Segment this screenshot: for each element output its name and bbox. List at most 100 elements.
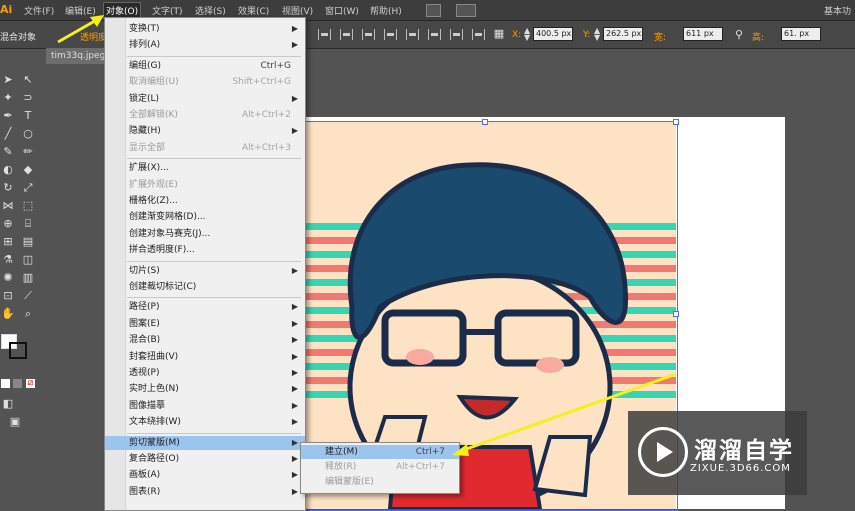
object-menu-item[interactable]: 图案(E) ▶: [105, 317, 305, 331]
perspective-grid-icon[interactable]: ⌸: [21, 217, 35, 230]
distribute-v-icon[interactable]: [472, 29, 485, 40]
paintbrush-icon[interactable]: ✎: [1, 145, 15, 158]
scale-icon[interactable]: ⤢: [21, 181, 35, 194]
object-menu-item[interactable]: 排列(A) ▶: [105, 38, 305, 52]
y-spinner-icon[interactable]: ▲ ▼: [594, 27, 602, 42]
object-menu-item[interactable]: 路径(P) ▶: [105, 300, 305, 314]
workspace-switcher[interactable]: 基本功: [824, 4, 851, 17]
align-right-icon[interactable]: [362, 29, 375, 40]
hand-icon[interactable]: ✋: [1, 307, 15, 320]
object-menu-item[interactable]: 隐藏(H) ▶: [105, 124, 305, 138]
object-menu-item[interactable]: 混合(B) ▶: [105, 333, 305, 347]
align-middle-icon[interactable]: [406, 29, 419, 40]
object-menu-item[interactable]: 封套扭曲(V) ▶: [105, 350, 305, 364]
none-mode-icon[interactable]: ⧄: [26, 379, 35, 388]
gradient-icon[interactable]: ▤: [21, 235, 35, 248]
menu-item-label: 混合(B): [129, 335, 161, 346]
artboard-icon[interactable]: ⊡: [1, 289, 15, 302]
link-proportions-icon[interactable]: ⚲: [732, 28, 746, 41]
distribute-icon[interactable]: [450, 29, 463, 40]
object-menu-item[interactable]: 实时上色(N) ▶: [105, 382, 305, 396]
object-menu-item[interactable]: 透视(P) ▶: [105, 366, 305, 380]
object-menu-item[interactable]: 变换(T) ▶: [105, 22, 305, 36]
draw-mode-icon[interactable]: ◧: [1, 397, 15, 410]
menu-item-label: 画板(A): [129, 470, 161, 481]
object-menu-item[interactable]: 画板(A) ▶: [105, 468, 305, 482]
height-field[interactable]: 61. px: [781, 27, 821, 41]
lasso-icon[interactable]: ⊃: [21, 91, 35, 104]
menu-help[interactable]: 帮助(H): [370, 4, 402, 17]
object-menu-item[interactable]: 复合路径(O) ▶: [105, 452, 305, 466]
free-transform-icon[interactable]: ⬚: [21, 199, 35, 212]
object-menu-item[interactable]: 扩展(X)...: [105, 161, 305, 175]
y-field[interactable]: 262.5 px: [603, 27, 643, 41]
x-spinner-icon[interactable]: ▲ ▼: [524, 27, 532, 42]
mesh-icon[interactable]: ⊞: [1, 235, 15, 248]
zoom-icon[interactable]: ⌕: [21, 307, 35, 320]
clip-submenu-item[interactable]: 释放(R) Alt+Ctrl+7: [301, 460, 459, 474]
screen-mode-icon[interactable]: ▣: [8, 415, 22, 428]
opacity-label[interactable]: 透明度: [80, 30, 107, 43]
object-menu-item[interactable]: 文本绕排(W) ▶: [105, 415, 305, 429]
gradient-mode-icon[interactable]: [13, 379, 22, 388]
handle-middle-right[interactable]: [673, 311, 679, 317]
arrange-documents-icon[interactable]: [456, 4, 476, 17]
pencil-icon[interactable]: ✏: [21, 145, 35, 158]
object-menu-item[interactable]: 拼合透明度(F)...: [105, 243, 305, 257]
object-menu-item[interactable]: 取消编组(U) Shift+Ctrl+G: [105, 75, 305, 89]
align-center-icon[interactable]: [340, 29, 353, 40]
document-tab[interactable]: tim33q.jpeg@: [46, 48, 113, 64]
x-field[interactable]: 400.5 px: [533, 27, 573, 41]
eraser-icon[interactable]: ◆: [21, 163, 35, 176]
handle-top-right[interactable]: [673, 119, 679, 125]
object-menu-item[interactable]: 显示全部 Alt+Ctrl+3: [105, 141, 305, 155]
menu-view[interactable]: 视图(V): [282, 4, 313, 17]
blend-icon[interactable]: ◫: [21, 253, 35, 266]
menu-type[interactable]: 文字(T): [152, 4, 183, 17]
object-menu-item[interactable]: 创建裁切标记(C): [105, 280, 305, 294]
reference-point-icon[interactable]: ▦: [492, 27, 506, 40]
clip-submenu-item[interactable]: 建立(M) Ctrl+7: [301, 445, 459, 459]
symbol-sprayer-icon[interactable]: ✺: [1, 271, 15, 284]
direct-selection-icon[interactable]: ↖: [21, 73, 35, 86]
object-menu-item[interactable]: 栅格化(Z)...: [105, 194, 305, 208]
object-menu-item[interactable]: 锁定(L) ▶: [105, 92, 305, 106]
graph-icon[interactable]: ▥: [21, 271, 35, 284]
menu-select[interactable]: 选择(S): [195, 4, 226, 17]
type-icon[interactable]: T: [21, 109, 35, 122]
selection-tool-icon[interactable]: ➤: [1, 73, 15, 86]
eyedropper-icon[interactable]: ⚗: [1, 253, 15, 266]
blob-brush-icon[interactable]: ◐: [1, 163, 15, 176]
object-menu-item[interactable]: 编组(G) Ctrl+G: [105, 59, 305, 73]
object-menu-item[interactable]: 创建对象马赛克(J)...: [105, 227, 305, 241]
line-icon[interactable]: ╱: [1, 127, 15, 140]
submenu-arrow-icon: ▶: [291, 454, 298, 463]
menu-effect[interactable]: 效果(C): [238, 4, 269, 17]
object-menu-item[interactable]: 扩展外观(E): [105, 178, 305, 192]
menu-file[interactable]: 文件(F): [24, 4, 54, 17]
clip-submenu-item[interactable]: 编辑蒙版(E): [301, 475, 459, 489]
width-tool-icon[interactable]: ⋈: [1, 199, 15, 212]
menu-edit[interactable]: 编辑(E): [65, 4, 96, 17]
align-top-icon[interactable]: [384, 29, 397, 40]
rotate-icon[interactable]: ↻: [1, 181, 15, 194]
object-menu-item[interactable]: 剪切蒙版(M) ▶: [105, 435, 305, 450]
object-menu-item[interactable]: 图像描摹 ▶: [105, 399, 305, 413]
object-menu-item[interactable]: 切片(S) ▶: [105, 264, 305, 278]
bridge-icon[interactable]: [426, 4, 441, 17]
slice-icon[interactable]: ⟋: [21, 289, 35, 302]
color-mode-icon[interactable]: [1, 379, 10, 388]
magic-wand-icon[interactable]: ✦: [1, 91, 15, 104]
pen-icon[interactable]: ✒: [1, 109, 15, 122]
stroke-swatch-icon[interactable]: [9, 342, 27, 359]
shape-builder-icon[interactable]: ⊕: [1, 217, 15, 230]
align-left-icon[interactable]: [318, 29, 331, 40]
object-menu-item[interactable]: 图表(R) ▶: [105, 485, 305, 499]
ellipse-icon[interactable]: ○: [21, 127, 35, 140]
object-menu-item[interactable]: 全部解锁(K) Alt+Ctrl+2: [105, 108, 305, 122]
object-menu-item[interactable]: 创建渐变网格(D)...: [105, 210, 305, 224]
width-field[interactable]: 611 px: [683, 27, 723, 41]
handle-top-center[interactable]: [482, 119, 488, 125]
menu-window[interactable]: 窗口(W): [325, 4, 359, 17]
align-bottom-icon[interactable]: [428, 29, 441, 40]
